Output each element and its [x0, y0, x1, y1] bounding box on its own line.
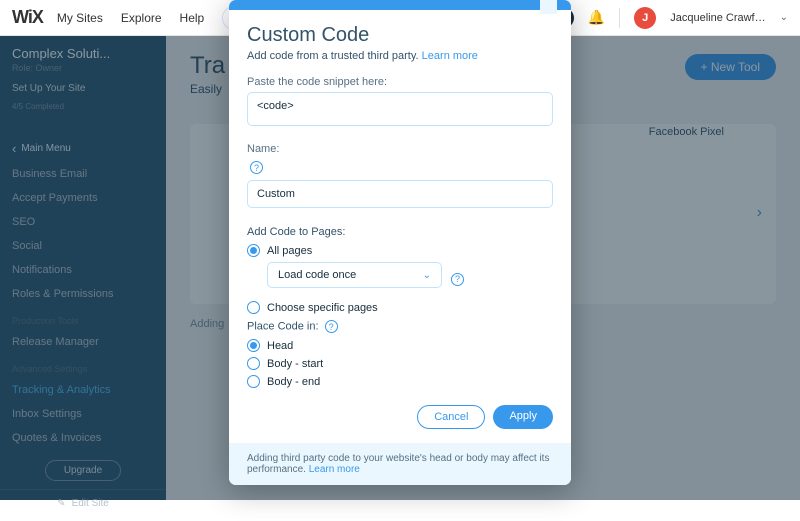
- wix-logo[interactable]: WiX: [12, 7, 43, 28]
- name-label: Name:: [247, 143, 553, 155]
- help-icon[interactable]: ?: [250, 161, 263, 174]
- nav-my-sites[interactable]: My Sites: [57, 11, 103, 25]
- radio-body-start[interactable]: Body - start: [247, 357, 553, 370]
- top-nav: My Sites Explore Help: [57, 11, 204, 25]
- divider: [619, 8, 620, 28]
- help-icon[interactable]: ?: [451, 273, 464, 286]
- avatar[interactable]: J: [634, 7, 656, 29]
- bell-icon[interactable]: 🔔: [588, 9, 605, 26]
- pages-label: Add Code to Pages:: [247, 226, 553, 238]
- radio-all-pages[interactable]: All pages: [247, 244, 553, 257]
- radio-icon: [247, 339, 260, 352]
- warn-learn-more-link[interactable]: Learn more: [309, 464, 360, 475]
- modal-subtitle: Add code from a trusted third party. Lea…: [247, 50, 553, 62]
- modal-warning: Adding third party code to your website'…: [229, 443, 571, 485]
- learn-more-link[interactable]: Learn more: [422, 50, 478, 62]
- modal-header: [229, 0, 571, 10]
- nav-explore[interactable]: Explore: [121, 11, 162, 25]
- load-code-select[interactable]: Load code once ⌄: [267, 262, 442, 288]
- custom-code-modal: Custom Code Add code from a trusted thir…: [229, 0, 571, 485]
- chevron-down-icon[interactable]: ⌄: [780, 12, 788, 23]
- radio-icon: [247, 375, 260, 388]
- modal-title: Custom Code: [247, 24, 553, 47]
- user-name-label[interactable]: Jacqueline Crawf…: [670, 12, 765, 24]
- radio-icon: [247, 357, 260, 370]
- paste-label: Paste the code snippet here:: [247, 76, 553, 88]
- name-input[interactable]: [247, 180, 553, 208]
- radio-head[interactable]: Head: [247, 339, 553, 352]
- radio-specific-pages[interactable]: Choose specific pages: [247, 301, 553, 314]
- apply-button[interactable]: Apply: [493, 405, 553, 429]
- chevron-down-icon: ⌄: [423, 270, 431, 281]
- modal-footer: Cancel Apply: [229, 397, 571, 443]
- help-icon[interactable]: ?: [325, 320, 338, 333]
- cancel-button[interactable]: Cancel: [417, 405, 485, 429]
- place-code-label: Place Code in: ?: [247, 320, 553, 333]
- nav-help[interactable]: Help: [180, 11, 205, 25]
- radio-icon: [247, 301, 260, 314]
- code-snippet-input[interactable]: [247, 92, 553, 126]
- radio-icon: [247, 244, 260, 257]
- radio-body-end[interactable]: Body - end: [247, 375, 553, 388]
